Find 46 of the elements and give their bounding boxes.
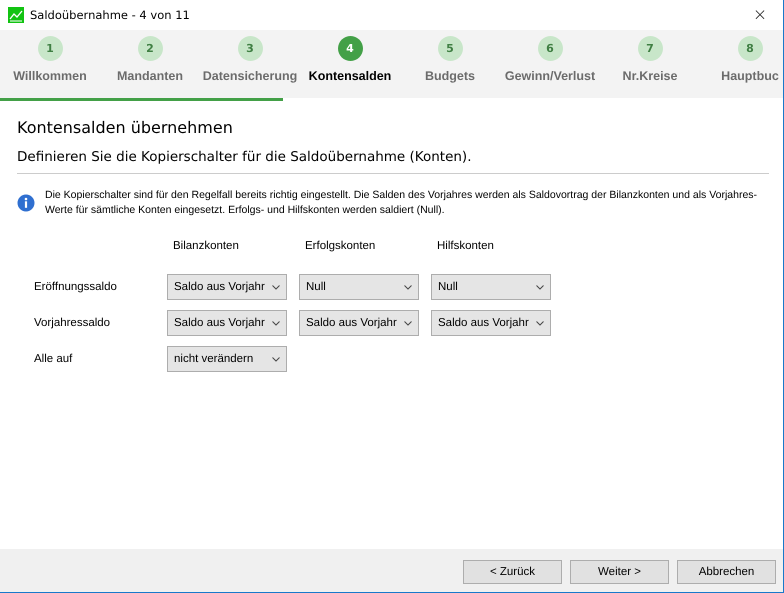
step-number: 7 [638,36,662,61]
info-text: Die Kopierschalter sind für den Regelfall bereits richtig eingestellt. Die Salden des Vorjahres werden als Saldovortrag der Bilanzkonten und als Vorjahres-Werte für sämtliche Konten eingesetzt. Erfolgs- und Hilfskonten werden saldiert (Null). [45,188,758,218]
step-number: 8 [738,36,762,61]
chevron-icon [404,320,412,326]
dropdown[interactable]: Saldo aus Vorjahr [299,310,419,336]
dropdown[interactable]: Saldo aus Vorjahr [431,310,551,336]
wizard-button[interactable]: < Zurück [463,560,562,584]
row-label: Alle auf [34,353,74,365]
dropdown[interactable]: nicht verändern [167,346,287,372]
wizard-step[interactable]: 5 Budgets [400,30,500,98]
chevron-icon [404,284,412,290]
wizard-step[interactable]: 1 Willkommen [0,30,100,98]
step-number: 2 [138,36,162,61]
wizard-step[interactable]: 6 Gewinn/Verlust [500,30,600,98]
chevron-icon [272,284,280,290]
column-header: Erfolgskonten [304,240,376,252]
wizard-step[interactable]: 3 Datensicherung [200,30,300,98]
dropdown[interactable]: Null [299,274,419,300]
wizard-step[interactable]: 2 Mandanten [100,30,200,98]
chevron-icon [536,284,544,290]
wizard-step[interactable]: 7 Nr.Kreise [600,30,700,98]
row-label: Eröffnungssaldo [34,281,118,293]
close-button[interactable]: × [737,5,783,25]
dropdown[interactable]: Saldo aus Vorjahr [167,310,287,336]
window-title: Saldoübernahme - 4 von 11 [30,8,191,22]
dropdown[interactable]: Null [431,274,551,300]
wizard-step[interactable]: 8 Hauptbuc [700,30,783,98]
wizard-step[interactable]: 4 Kontensalden [300,30,400,98]
chevron-icon [272,320,280,326]
step-number: 5 [438,36,462,61]
step-number: 6 [538,36,562,61]
page-heading: Kontensalden übernehmen [17,118,234,137]
chart-icon [8,7,24,23]
chevron-icon [536,320,544,326]
step-number: 4 [338,36,362,61]
wizard-button[interactable]: Abbrechen [677,560,776,584]
wizard-button[interactable]: Weiter > [570,560,669,584]
step-number: 3 [238,36,262,61]
row-label: Vorjahressaldo [34,317,112,329]
column-header: Bilanzkonten [172,240,240,252]
page-subtitle: Definieren Sie die Kopierschalter für die Saldoübernahme (Konten). [17,149,769,174]
step-number: 1 [38,36,62,61]
chevron-icon [272,356,280,362]
info-icon [17,194,35,212]
dropdown[interactable]: Saldo aus Vorjahr [167,274,287,300]
column-header: Hilfskonten [436,240,495,252]
